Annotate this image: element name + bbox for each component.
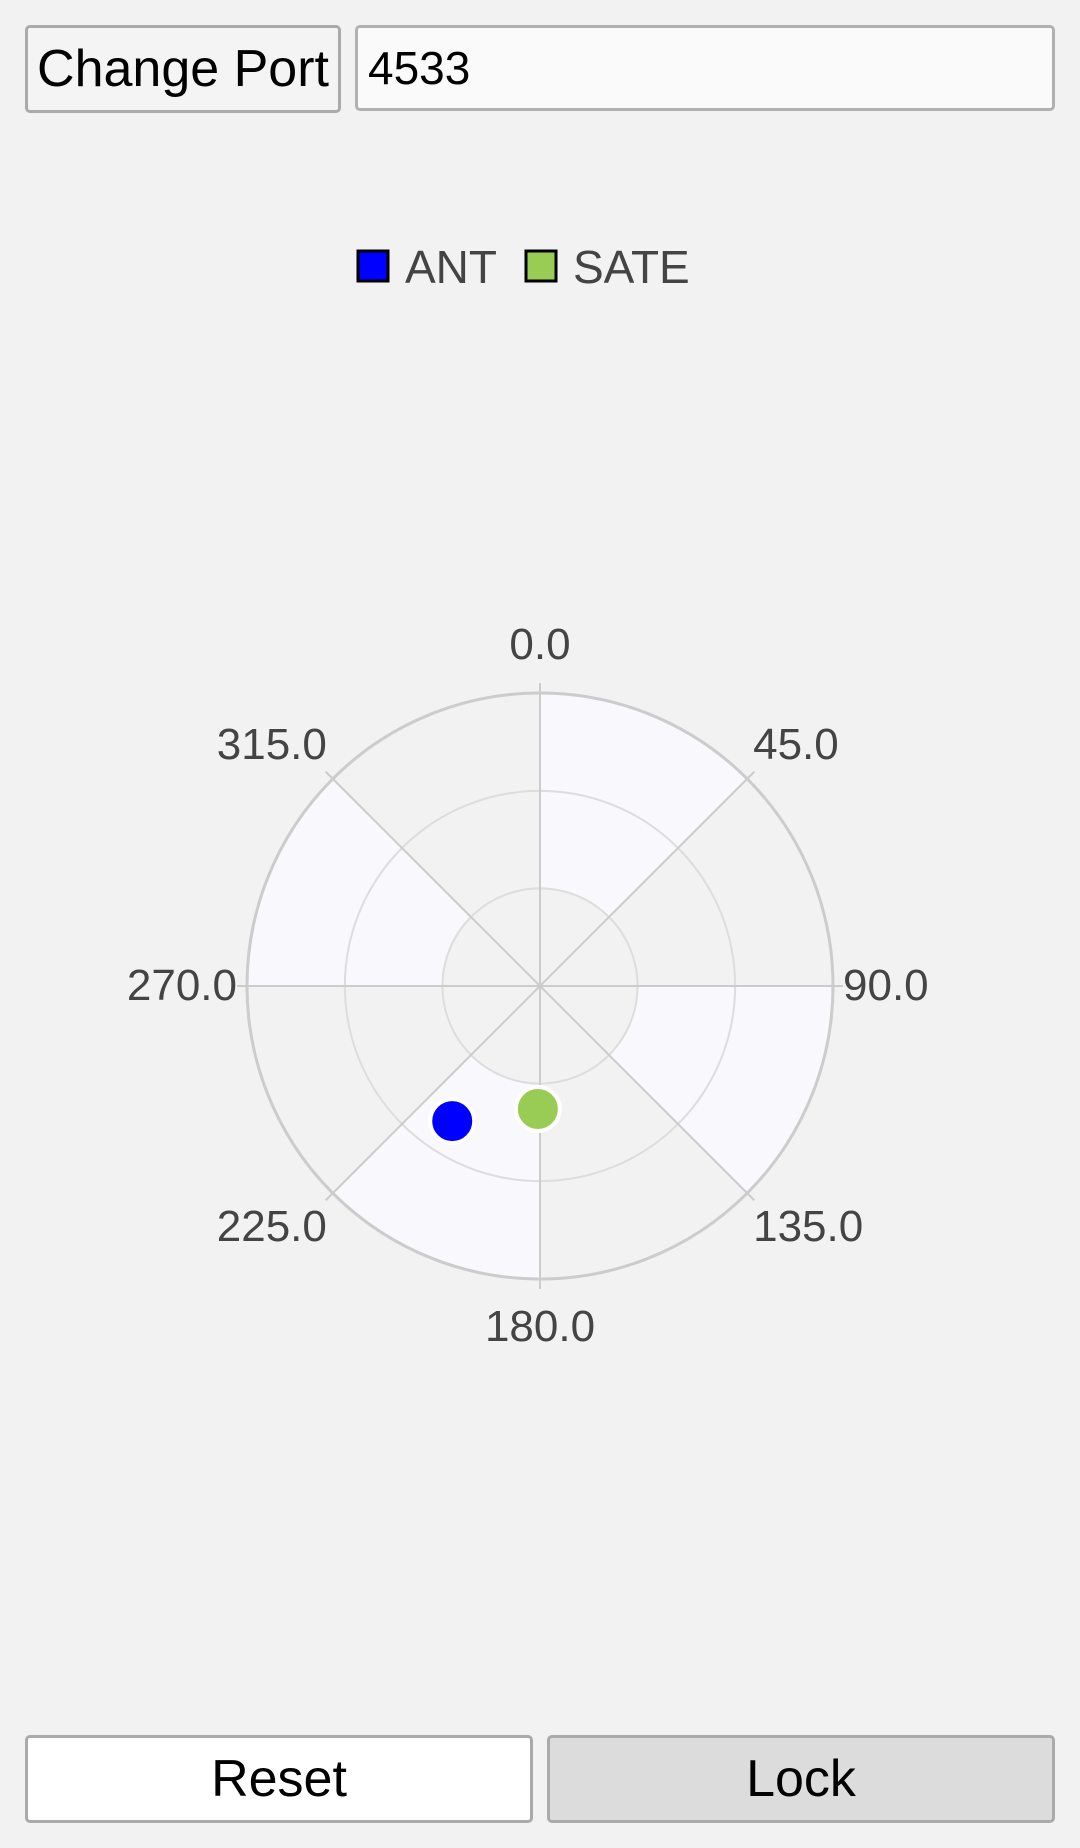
- angle-tick-label: 45.0: [753, 720, 839, 769]
- angle-tick-label: 270.0: [127, 961, 237, 1010]
- polar-chart: 0.0 45.0 90.0 135.0 180.0 225.0 270.0 315.0 ANT…: [127, 241, 929, 1351]
- app-window: Change Port 4533 0.0 45.0 90.0 135.0 180.0 22…: [0, 0, 1080, 1848]
- legend-label-ant: ANT: [405, 241, 497, 293]
- lock-button[interactable]: Lock: [547, 1735, 1055, 1823]
- angle-tick-label: 180.0: [485, 1302, 595, 1351]
- reset-button[interactable]: Reset: [25, 1735, 533, 1823]
- legend-swatch-sate: [524, 249, 558, 283]
- angle-tick-label: 0.0: [509, 620, 570, 669]
- legend-label-sate: SATE: [573, 241, 690, 293]
- angle-tick-label: 225.0: [217, 1202, 327, 1251]
- angle-tick-label: 90.0: [843, 961, 929, 1010]
- data-point-sate: [513, 1085, 562, 1134]
- angle-tick-label: 135.0: [753, 1202, 863, 1251]
- angle-tick-label: 315.0: [217, 720, 327, 769]
- legend-swatch-ant: [356, 249, 390, 283]
- data-point-ant: [428, 1097, 477, 1146]
